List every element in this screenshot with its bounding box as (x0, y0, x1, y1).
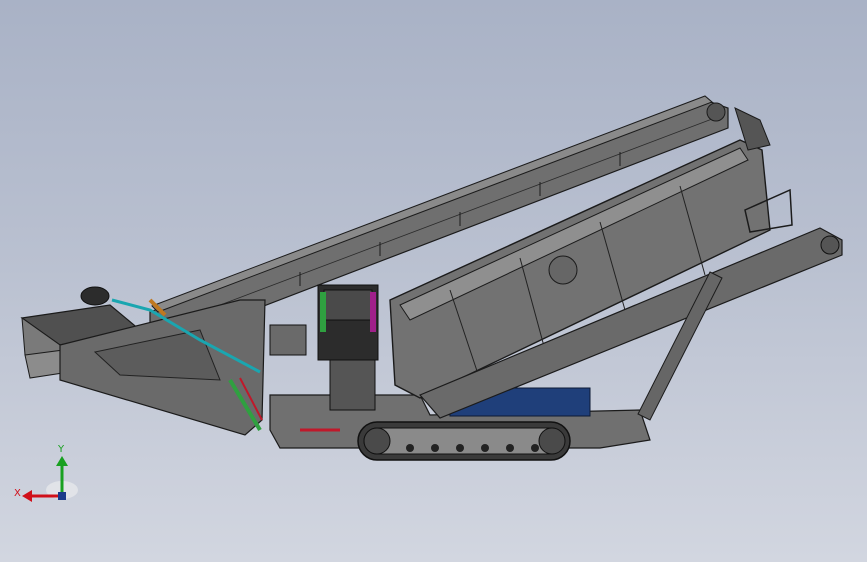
x-axis-label: X (14, 488, 21, 499)
y-axis-arrow (56, 456, 68, 466)
power-unit (269, 284, 379, 411)
screening-plant-model[interactable] (0, 0, 867, 562)
y-axis-label: Y (57, 444, 65, 455)
axis-triad: Y X (14, 444, 78, 502)
crawler-track (357, 421, 571, 461)
cad-viewport[interactable]: Y X (0, 0, 867, 562)
x-axis-arrow (22, 490, 32, 502)
z-axis-marker (58, 492, 66, 500)
